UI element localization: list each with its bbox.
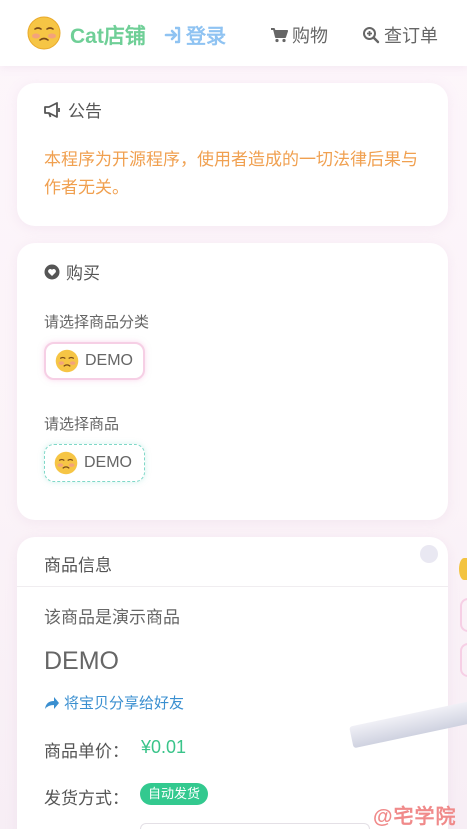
- share-link[interactable]: 将宝贝分享给好友: [44, 692, 184, 713]
- nav-shop-link[interactable]: 购物: [270, 22, 328, 48]
- watermark: @宅学院: [373, 806, 457, 828]
- nav-order-link[interactable]: 查订单: [362, 22, 438, 48]
- side-chip-peek: [460, 598, 467, 632]
- category-option-label: DEMO: [85, 352, 133, 369]
- notice-card: 公告 本程序为开源程序，使用者造成的一切法律后果与作者无关。: [17, 83, 448, 226]
- buy-header: 购买: [44, 259, 100, 284]
- price-value: ¥0.01: [141, 737, 187, 757]
- cart-icon: [271, 28, 288, 43]
- product-option-label: DEMO: [84, 454, 132, 471]
- shipping-label: 发货方式：: [44, 789, 129, 808]
- side-emoji-peek: [459, 558, 467, 580]
- notice-text: 本程序为开源程序，使用者造成的一切法律后果与作者无关。: [44, 150, 418, 197]
- decorative-blob: [420, 545, 438, 563]
- brand-name[interactable]: Cat店铺: [70, 20, 146, 50]
- nav-shop-label: 购物: [292, 26, 328, 46]
- megaphone-icon: [44, 101, 60, 118]
- heart-circle-icon: [44, 264, 60, 279]
- share-label: 将宝贝分享给好友: [64, 695, 185, 712]
- category-label: 请选择商品分类: [44, 314, 150, 331]
- buy-title: 购买: [66, 264, 100, 283]
- sign-in-icon: [164, 26, 181, 43]
- blushing-face-icon[interactable]: [27, 16, 61, 50]
- nav-order-label: 查订单: [384, 26, 438, 46]
- notice-title: 公告: [68, 102, 102, 121]
- category-option-demo[interactable]: DEMO: [44, 342, 145, 380]
- search-plus-icon: [363, 27, 380, 44]
- blushing-face-icon: [54, 451, 78, 475]
- side-chip-peek: [460, 643, 467, 677]
- product-info-card: 商品信息 该商品是演示商品 DEMO 将宝贝分享给好友 商品单价： ¥0.01 …: [17, 537, 448, 829]
- product-option-demo[interactable]: DEMO: [44, 444, 145, 482]
- shipping-badge: 自动发货: [140, 783, 209, 805]
- share-arrow-icon: [45, 696, 59, 709]
- product-name: DEMO: [44, 647, 119, 675]
- blushing-face-icon: [55, 349, 79, 373]
- notice-header: 公告: [44, 97, 102, 122]
- price-label: 商品单价：: [44, 742, 129, 761]
- top-navbar: Cat店铺 登录 购物 查订单: [0, 0, 467, 66]
- login-label: 登录: [186, 26, 226, 48]
- product-info-header: 商品信息: [17, 537, 448, 587]
- login-link[interactable]: 登录: [164, 20, 226, 49]
- product-label: 请选择商品: [44, 416, 120, 433]
- bottom-input-edge: [140, 823, 370, 829]
- buy-card: 购买 请选择商品分类 DEMO 请选择商品 DEMO: [17, 243, 448, 520]
- product-info-title: 商品信息: [44, 556, 112, 575]
- product-description: 该商品是演示商品: [44, 608, 180, 627]
